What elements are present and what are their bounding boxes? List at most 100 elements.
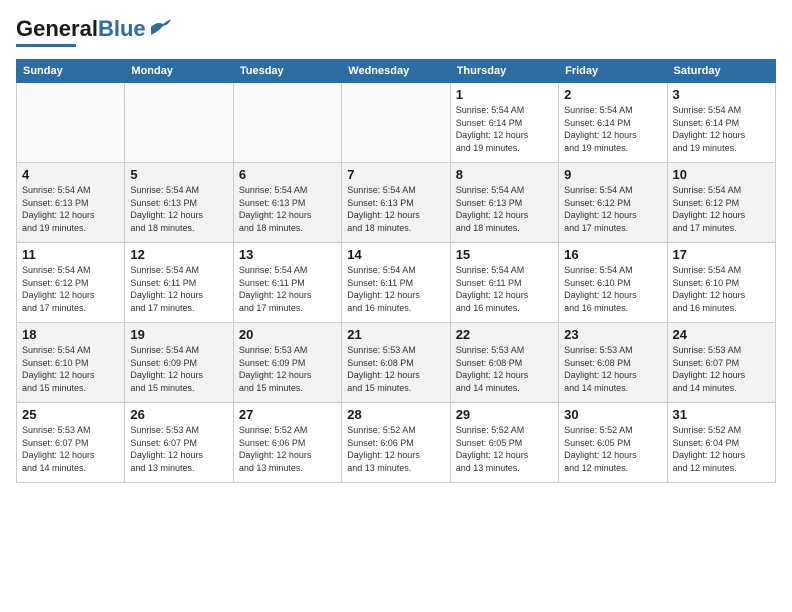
day-info: Sunrise: 5:53 AM Sunset: 6:07 PM Dayligh… <box>673 344 770 394</box>
calendar-cell: 18 Sunrise: 5:54 AM Sunset: 6:10 PM Dayli… <box>17 323 125 403</box>
day-number: 7 <box>347 167 444 182</box>
calendar-cell: 2Sunrise: 5:54 AM Sunset: 6:14 PM Daylig… <box>559 83 667 163</box>
calendar-cell: 4Sunrise: 5:54 AM Sunset: 6:13 PM Daylig… <box>17 163 125 243</box>
day-number: 28 <box>347 407 444 422</box>
day-info: Sunrise: 5:54 AM Sunset: 6:13 PM Dayligh… <box>130 184 227 234</box>
day-info: Sunrise: 5:54 AM Sunset: 6:11 PM Dayligh… <box>239 264 336 314</box>
day-number: 21 <box>347 327 444 342</box>
calendar-cell: 14 Sunrise: 5:54 AM Sunset: 6:11 PM Dayli… <box>342 243 450 323</box>
calendar-cell: 29Sunrise: 5:52 AM Sunset: 6:05 PM Dayli… <box>450 403 558 483</box>
day-number: 31 <box>673 407 770 422</box>
day-number: 17 <box>673 247 770 262</box>
day-info: Sunrise: 5:52 AM Sunset: 6:04 PM Dayligh… <box>673 424 770 474</box>
day-info: Sunrise: 5:53 AM Sunset: 6:08 PM Dayligh… <box>456 344 553 394</box>
day-header-monday: Monday <box>125 60 233 83</box>
calendar-cell: 5 Sunrise: 5:54 AM Sunset: 6:13 PM Daylig… <box>125 163 233 243</box>
calendar-week-row: 25 Sunrise: 5:53 AM Sunset: 6:07 PM Dayli… <box>17 403 776 483</box>
day-info: Sunrise: 5:54 AM Sunset: 6:12 PM Dayligh… <box>564 184 661 234</box>
day-number: 24 <box>673 327 770 342</box>
calendar-cell <box>342 83 450 163</box>
calendar-cell: 11Sunrise: 5:54 AM Sunset: 6:12 PM Dayli… <box>17 243 125 323</box>
calendar-cell: 8Sunrise: 5:54 AM Sunset: 6:13 PM Daylig… <box>450 163 558 243</box>
calendar-cell: 20 Sunrise: 5:53 AM Sunset: 6:09 PM Dayli… <box>233 323 341 403</box>
day-info: Sunrise: 5:54 AM Sunset: 6:11 PM Dayligh… <box>130 264 227 314</box>
day-info: Sunrise: 5:54 AM Sunset: 6:12 PM Dayligh… <box>673 184 770 234</box>
day-number: 25 <box>22 407 119 422</box>
day-header-friday: Friday <box>559 60 667 83</box>
day-info: Sunrise: 5:52 AM Sunset: 6:05 PM Dayligh… <box>456 424 553 474</box>
calendar-cell: 24 Sunrise: 5:53 AM Sunset: 6:07 PM Dayli… <box>667 323 775 403</box>
day-info: Sunrise: 5:54 AM Sunset: 6:13 PM Dayligh… <box>456 184 553 234</box>
calendar-cell: 15 Sunrise: 5:54 AM Sunset: 6:11 PM Dayli… <box>450 243 558 323</box>
day-number: 3 <box>673 87 770 102</box>
day-number: 11 <box>22 247 119 262</box>
calendar-cell: 3 Sunrise: 5:54 AM Sunset: 6:14 PM Daylig… <box>667 83 775 163</box>
day-info: Sunrise: 5:53 AM Sunset: 6:07 PM Dayligh… <box>130 424 227 474</box>
day-header-tuesday: Tuesday <box>233 60 341 83</box>
calendar-cell <box>17 83 125 163</box>
calendar-cell: 25 Sunrise: 5:53 AM Sunset: 6:07 PM Dayli… <box>17 403 125 483</box>
calendar-cell: 13 Sunrise: 5:54 AM Sunset: 6:11 PM Dayli… <box>233 243 341 323</box>
day-info: Sunrise: 5:53 AM Sunset: 6:07 PM Dayligh… <box>22 424 119 474</box>
day-info: Sunrise: 5:54 AM Sunset: 6:11 PM Dayligh… <box>456 264 553 314</box>
day-info: Sunrise: 5:54 AM Sunset: 6:10 PM Dayligh… <box>564 264 661 314</box>
logo: GeneralBlue <box>16 16 171 47</box>
calendar-cell: 12 Sunrise: 5:54 AM Sunset: 6:11 PM Dayli… <box>125 243 233 323</box>
day-info: Sunrise: 5:54 AM Sunset: 6:09 PM Dayligh… <box>130 344 227 394</box>
day-number: 13 <box>239 247 336 262</box>
day-info: Sunrise: 5:53 AM Sunset: 6:09 PM Dayligh… <box>239 344 336 394</box>
day-number: 30 <box>564 407 661 422</box>
day-info: Sunrise: 5:54 AM Sunset: 6:13 PM Dayligh… <box>22 184 119 234</box>
calendar-cell: 22Sunrise: 5:53 AM Sunset: 6:08 PM Dayli… <box>450 323 558 403</box>
day-number: 23 <box>564 327 661 342</box>
day-number: 19 <box>130 327 227 342</box>
calendar-cell: 26 Sunrise: 5:53 AM Sunset: 6:07 PM Dayli… <box>125 403 233 483</box>
calendar-cell: 27 Sunrise: 5:52 AM Sunset: 6:06 PM Dayli… <box>233 403 341 483</box>
calendar-header-row: SundayMondayTuesdayWednesdayThursdayFrid… <box>17 60 776 83</box>
day-number: 9 <box>564 167 661 182</box>
day-number: 1 <box>456 87 553 102</box>
day-info: Sunrise: 5:54 AM Sunset: 6:10 PM Dayligh… <box>22 344 119 394</box>
day-info: Sunrise: 5:53 AM Sunset: 6:08 PM Dayligh… <box>564 344 661 394</box>
calendar-cell: 1 Sunrise: 5:54 AM Sunset: 6:14 PM Daylig… <box>450 83 558 163</box>
day-number: 12 <box>130 247 227 262</box>
day-info: Sunrise: 5:52 AM Sunset: 6:06 PM Dayligh… <box>347 424 444 474</box>
day-number: 2 <box>564 87 661 102</box>
day-number: 20 <box>239 327 336 342</box>
logo-general: General <box>16 16 98 41</box>
day-number: 14 <box>347 247 444 262</box>
calendar-cell: 23 Sunrise: 5:53 AM Sunset: 6:08 PM Dayli… <box>559 323 667 403</box>
calendar-cell: 19 Sunrise: 5:54 AM Sunset: 6:09 PM Dayli… <box>125 323 233 403</box>
day-info: Sunrise: 5:54 AM Sunset: 6:13 PM Dayligh… <box>347 184 444 234</box>
day-number: 18 <box>22 327 119 342</box>
day-number: 10 <box>673 167 770 182</box>
logo-text: GeneralBlue <box>16 16 146 42</box>
calendar-cell <box>125 83 233 163</box>
calendar-cell: 17 Sunrise: 5:54 AM Sunset: 6:10 PM Dayli… <box>667 243 775 323</box>
calendar-cell: 7 Sunrise: 5:54 AM Sunset: 6:13 PM Daylig… <box>342 163 450 243</box>
day-info: Sunrise: 5:53 AM Sunset: 6:08 PM Dayligh… <box>347 344 444 394</box>
page-header: GeneralBlue <box>16 16 776 47</box>
day-number: 5 <box>130 167 227 182</box>
day-header-wednesday: Wednesday <box>342 60 450 83</box>
calendar-table: SundayMondayTuesdayWednesdayThursdayFrid… <box>16 59 776 483</box>
day-info: Sunrise: 5:54 AM Sunset: 6:14 PM Dayligh… <box>456 104 553 154</box>
calendar-cell: 31 Sunrise: 5:52 AM Sunset: 6:04 PM Dayli… <box>667 403 775 483</box>
day-info: Sunrise: 5:54 AM Sunset: 6:10 PM Dayligh… <box>673 264 770 314</box>
day-info: Sunrise: 5:52 AM Sunset: 6:05 PM Dayligh… <box>564 424 661 474</box>
day-info: Sunrise: 5:52 AM Sunset: 6:06 PM Dayligh… <box>239 424 336 474</box>
day-number: 27 <box>239 407 336 422</box>
calendar-week-row: 11Sunrise: 5:54 AM Sunset: 6:12 PM Dayli… <box>17 243 776 323</box>
calendar-week-row: 18 Sunrise: 5:54 AM Sunset: 6:10 PM Dayli… <box>17 323 776 403</box>
day-number: 15 <box>456 247 553 262</box>
day-info: Sunrise: 5:54 AM Sunset: 6:11 PM Dayligh… <box>347 264 444 314</box>
calendar-cell: 30 Sunrise: 5:52 AM Sunset: 6:05 PM Dayli… <box>559 403 667 483</box>
day-info: Sunrise: 5:54 AM Sunset: 6:14 PM Dayligh… <box>673 104 770 154</box>
calendar-cell: 16 Sunrise: 5:54 AM Sunset: 6:10 PM Dayli… <box>559 243 667 323</box>
calendar-week-row: 1 Sunrise: 5:54 AM Sunset: 6:14 PM Daylig… <box>17 83 776 163</box>
day-number: 6 <box>239 167 336 182</box>
day-number: 26 <box>130 407 227 422</box>
calendar-cell: 10 Sunrise: 5:54 AM Sunset: 6:12 PM Dayli… <box>667 163 775 243</box>
day-number: 16 <box>564 247 661 262</box>
calendar-cell: 21 Sunrise: 5:53 AM Sunset: 6:08 PM Dayli… <box>342 323 450 403</box>
